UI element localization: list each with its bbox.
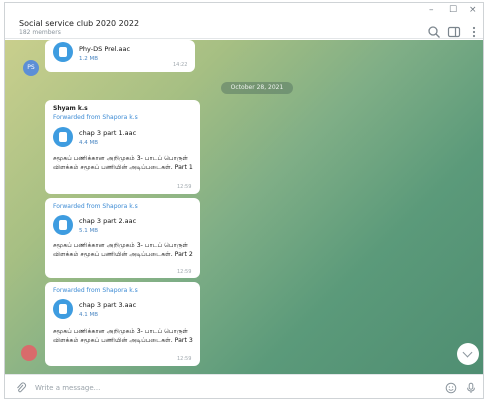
message-input[interactable] — [35, 382, 415, 394]
paperclip-icon[interactable] — [15, 382, 27, 394]
file-name: Phy-DS Prel.aac — [79, 45, 131, 53]
file-icon[interactable] — [53, 215, 73, 235]
scroll-down-button[interactable] — [457, 343, 479, 365]
message-composer — [5, 374, 483, 398]
file-size: 4.1 MB — [79, 312, 99, 318]
message-area[interactable]: PS Phy-DS Prel.aac 1.2 MB 14:22 October … — [5, 40, 483, 374]
message-caption: சமூகப் பணிக்கான அறிமுகம் 3- பாடப் பொருள்… — [53, 155, 193, 171]
file-size: 5.1 MB — [79, 228, 99, 234]
chat-header: – ☐ × Social service club 2020 2022 182 … — [5, 3, 483, 39]
close-button[interactable]: × — [469, 5, 477, 15]
file-icon[interactable] — [53, 299, 73, 319]
chat-member-count: 182 members — [19, 29, 61, 36]
file-name: chap 3 part 3.aac — [79, 301, 137, 309]
message-bubble: Shyam k.s Forwarded from Shapora k.s cha… — [45, 100, 200, 194]
minimize-button[interactable]: – — [429, 5, 434, 15]
avatar[interactable] — [21, 345, 37, 361]
file-icon[interactable] — [53, 127, 73, 147]
message-caption: சமூகப் பணிக்கான அறிமுகம் 3- பாடப் பொருள்… — [53, 242, 193, 258]
forwarded-from-link[interactable]: Forwarded from Shapora k.s — [53, 114, 138, 121]
file-icon[interactable] — [53, 42, 73, 62]
file-size: 1.2 MB — [79, 56, 99, 62]
more-icon[interactable] — [467, 25, 481, 39]
message-time: 12:59 — [177, 269, 192, 275]
search-icon[interactable] — [427, 25, 441, 39]
message-bubble: Forwarded from Shapora k.s chap 3 part 3… — [45, 282, 200, 366]
file-name: chap 3 part 1.aac — [79, 129, 137, 137]
date-separator: October 28, 2021 — [221, 82, 293, 94]
forwarded-from-link[interactable]: Forwarded from Shapora k.s — [53, 287, 138, 294]
chat-title[interactable]: Social service club 2020 2022 — [19, 19, 139, 28]
message-time: 12:59 — [177, 184, 192, 190]
avatar[interactable]: PS — [23, 60, 39, 76]
telegram-window: – ☐ × Social service club 2020 2022 182 … — [4, 2, 484, 399]
message-caption: சமூகப் பணிக்கான அறிமுகம் 3- பாடப் பொருள்… — [53, 328, 193, 344]
message-bubble: Forwarded from Shapora k.s chap 3 part 2… — [45, 198, 200, 278]
sidebar-icon[interactable] — [447, 25, 461, 39]
sender-name[interactable]: Shyam k.s — [53, 105, 88, 112]
file-size: 4.4 MB — [79, 140, 99, 146]
message-time: 12:59 — [177, 356, 192, 362]
message-time: 14:22 — [173, 62, 188, 68]
emoji-icon[interactable] — [445, 382, 457, 394]
file-name: chap 3 part 2.aac — [79, 217, 137, 225]
mic-icon[interactable] — [465, 382, 477, 394]
maximize-button[interactable]: ☐ — [449, 5, 457, 15]
message-bubble: Phy-DS Prel.aac 1.2 MB 14:22 — [45, 40, 195, 72]
forwarded-from-link[interactable]: Forwarded from Shapora k.s — [53, 203, 138, 210]
